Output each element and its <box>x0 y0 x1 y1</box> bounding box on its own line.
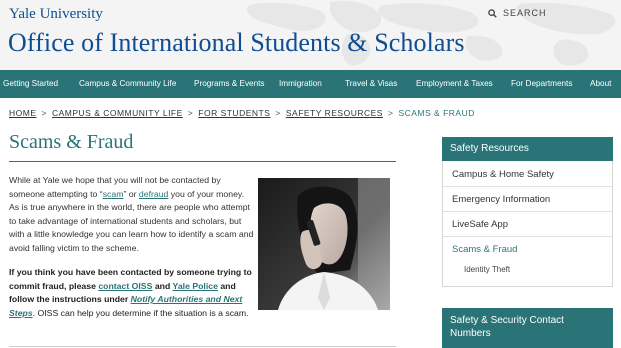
nav-for-departments[interactable]: For Departments <box>511 79 572 88</box>
content-divider <box>9 346 396 347</box>
breadcrumb-separator: > <box>187 108 194 118</box>
breadcrumb-for-students[interactable]: For Students <box>198 108 270 118</box>
woman-on-phone-photo <box>258 178 390 310</box>
scam-link[interactable]: scam <box>103 189 124 199</box>
site-header: Yale University Office of International … <box>0 0 621 70</box>
contact-text-c: . OISS can help you determine if the sit… <box>32 307 249 318</box>
intro-text-b: ” or <box>123 188 139 199</box>
breadcrumb-separator: > <box>387 108 394 118</box>
sidebar-item-livesafe-app[interactable]: LiveSafe App <box>452 219 508 230</box>
page-title: Scams & Fraud <box>9 131 134 153</box>
nav-getting-started[interactable]: Getting Started <box>3 79 58 88</box>
contact-oiss-link[interactable]: contact OISS <box>98 281 152 291</box>
search-label: SEARCH <box>503 8 547 18</box>
sidebar-item-campus-home-safety[interactable]: Campus & Home Safety <box>452 169 554 180</box>
sidebar-item-emergency-information[interactable]: Emergency Information <box>452 194 550 205</box>
defraud-link[interactable]: defraud <box>139 189 168 199</box>
sidebar-subitem-identity-theft[interactable]: Identity Theft <box>464 265 510 274</box>
nav-about[interactable]: About <box>590 79 611 88</box>
title-divider <box>9 161 396 162</box>
site-title[interactable]: Office of International Students & Schol… <box>8 28 465 58</box>
breadcrumb: Home > Campus & Community Life > For Student… <box>9 108 475 118</box>
contact-paragraph: If you think you have been contacted by … <box>9 266 254 320</box>
nav-campus-community-life[interactable]: Campus & Community Life <box>79 79 176 88</box>
nav-immigration[interactable]: Immigration <box>279 79 322 88</box>
sidebar-menu: Campus & Home Safety Emergency Informati… <box>442 161 613 287</box>
search-button[interactable]: SEARCH <box>488 8 547 18</box>
nav-programs-events[interactable]: Programs & Events <box>194 79 265 88</box>
breadcrumb-current: Scams & Fraud <box>398 108 475 118</box>
main-nav: Getting Started Campus & Community Life … <box>0 70 621 98</box>
search-icon <box>488 8 497 18</box>
sidebar-divider <box>443 186 612 187</box>
yale-police-link[interactable]: Yale Police <box>173 281 218 291</box>
breadcrumb-safety-resources[interactable]: Safety Resources <box>286 108 383 118</box>
sidebar-divider <box>443 236 612 237</box>
nav-travel-visas[interactable]: Travel & Visas <box>345 79 397 88</box>
breadcrumb-home[interactable]: Home <box>9 108 37 118</box>
breadcrumb-separator: > <box>275 108 281 118</box>
breadcrumb-campus-community-life[interactable]: Campus & Community Life <box>52 108 183 118</box>
yale-university-wordmark[interactable]: Yale University <box>9 6 103 23</box>
intro-paragraph: While at Yale we hope that you will not … <box>9 174 254 256</box>
breadcrumb-separator: > <box>41 108 47 118</box>
sidebar-heading-contact-numbers[interactable]: Safety & Security Contact Numbers <box>442 308 613 348</box>
sidebar-heading[interactable]: Safety Resources <box>442 137 613 161</box>
sidebar-divider <box>443 211 612 212</box>
contact-text-and: and <box>152 280 173 291</box>
nav-employment-taxes[interactable]: Employment & Taxes <box>416 79 493 88</box>
sidebar-item-scams-fraud[interactable]: Scams & Fraud <box>452 244 517 255</box>
